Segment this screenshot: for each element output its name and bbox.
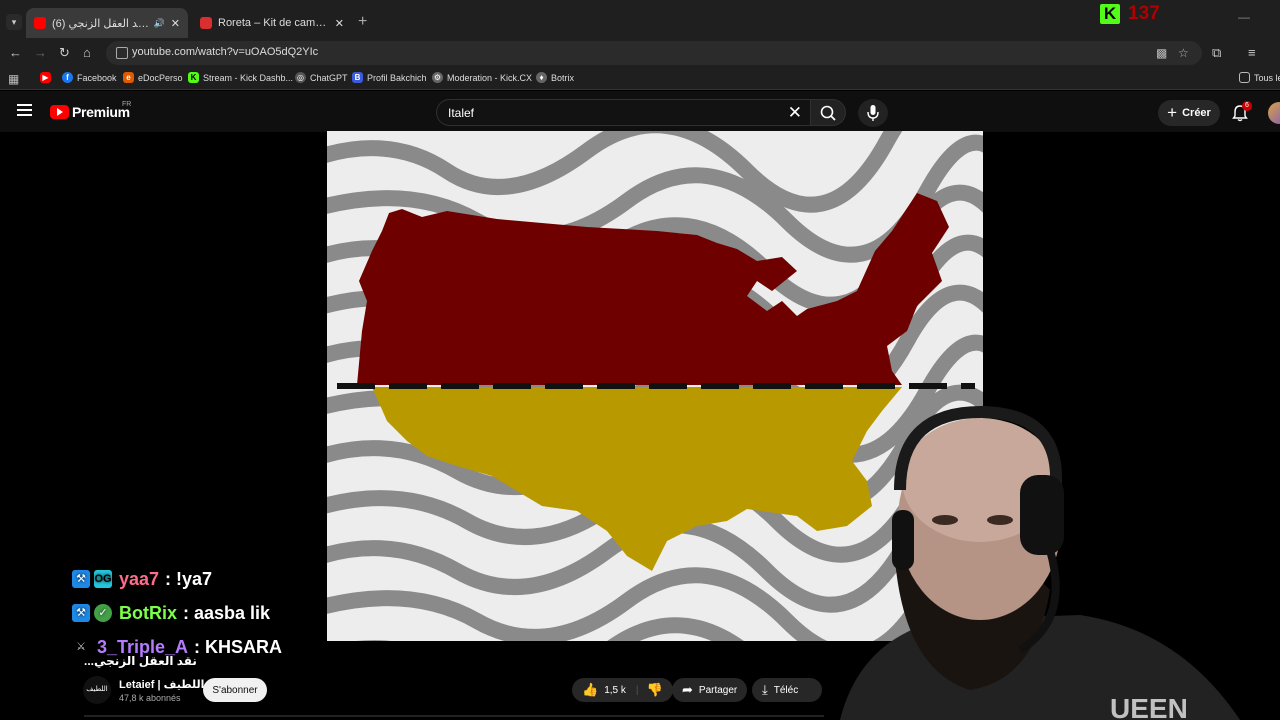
download-button[interactable]: ⤓ Téléc [752, 678, 822, 702]
youtube-favicon-icon [34, 17, 46, 29]
new-tab-icon[interactable]: + [358, 14, 367, 30]
kick-badge-icon: ⚒ [72, 570, 90, 588]
like-button[interactable]: 👍 1,5 k | 👎 [572, 678, 673, 702]
search-input[interactable]: Italef ✕ [436, 99, 810, 126]
all-bookmarks[interactable]: Tous le [1239, 72, 1280, 83]
home-icon[interactable]: ⌂ [83, 45, 91, 61]
site-info-icon[interactable] [116, 47, 128, 59]
tab-search-icon[interactable]: ▾ [6, 14, 22, 30]
bookmark-star-icon[interactable]: ☆ [1178, 46, 1189, 60]
close-tab-icon[interactable]: ✕ [335, 17, 344, 30]
search-icon [820, 105, 836, 121]
create-button[interactable]: + Créer [1158, 100, 1220, 126]
bookmarks-bar: ▦ ▶ f Facebook e eDocPerso K Stream - Ki… [0, 68, 1280, 90]
tab-roreta[interactable]: Roreta – Kit de caméra d'action ✕ [192, 8, 352, 38]
youtube-icon: ▶ [40, 72, 51, 83]
bookmark-moderation[interactable]: ⚙ Moderation - Kick.CX [432, 72, 532, 83]
reload-icon[interactable]: ↻ [59, 45, 70, 61]
botrix-icon: ♦ [536, 72, 547, 83]
region-code: FR [122, 101, 132, 108]
thumbs-down-icon[interactable]: 👎 [646, 682, 662, 698]
plus-icon: + [1167, 103, 1178, 122]
channel-avatar[interactable]: اللطيف [83, 676, 111, 704]
facebook-icon: f [62, 72, 73, 83]
youtube-logo-icon[interactable] [50, 105, 69, 119]
account-avatar[interactable] [1268, 102, 1280, 124]
clear-search-icon[interactable]: ✕ [788, 103, 802, 123]
folder-icon [1239, 72, 1250, 83]
bakchich-icon: B [352, 72, 363, 83]
download-icon: ⤓ [762, 682, 768, 697]
og-badge-icon: OG [94, 570, 112, 588]
back-icon[interactable]: ← [9, 45, 22, 61]
minimize-icon[interactable]: — [1238, 10, 1250, 24]
roreta-favicon-icon [200, 17, 212, 29]
kick-logo-icon: K [1100, 4, 1120, 24]
chat-text: : !ya7 [165, 568, 213, 589]
microphone-icon [867, 105, 879, 121]
bookmark-edocperso[interactable]: e eDocPerso [123, 72, 183, 83]
verified-badge-icon: ✓ [94, 604, 112, 622]
share-button[interactable]: ➦ Partager [672, 678, 748, 702]
search-button[interactable] [810, 99, 846, 126]
tab-title: نقد العقل الزنجي (6) - Tube [52, 17, 152, 30]
download-label: Téléc [773, 684, 799, 696]
bookmark-youtube[interactable]: ▶ [40, 72, 55, 83]
bookmark-botrix[interactable]: ♦ Botrix [536, 72, 574, 83]
kick-icon: K [188, 72, 199, 83]
chat-text: : aasba lik [183, 602, 271, 623]
bookmark-chatgpt[interactable]: ◎ ChatGPT [295, 72, 348, 83]
video-player[interactable] [327, 131, 983, 641]
chat-username: yaa7 [119, 568, 160, 589]
install-icon[interactable]: ▩ [1156, 46, 1167, 60]
notification-badge: 6 [1242, 101, 1252, 111]
address-bar[interactable]: youtube.com/watch?v=uOAO5dQ2YIc ▩ ☆ [106, 41, 1202, 65]
subscribe-button[interactable]: S'abonner [203, 678, 267, 702]
chat-username: BotRix [119, 602, 177, 623]
menu-icon[interactable] [17, 104, 32, 116]
thumbs-up-icon: 👍 [582, 682, 599, 697]
tab-title: Roreta – Kit de caméra d'action [218, 17, 329, 29]
viewer-count: 137 [1128, 3, 1160, 24]
share-icon: ➦ [682, 682, 693, 697]
share-label: Partager [698, 684, 738, 696]
apps-grid-icon[interactable]: ▦ [8, 72, 19, 86]
edocperso-icon: e [123, 72, 134, 83]
browser-toolbar: ← → ↻ ⌂ youtube.com/watch?v=uOAO5dQ2YIc … [0, 38, 1280, 68]
video-frame [327, 131, 983, 641]
chat-text: : KHSARA [194, 636, 283, 657]
subscriber-count: 47,8 k abonnés [119, 693, 181, 703]
like-count: 1,5 k [604, 684, 626, 696]
reading-list-icon[interactable]: ≡ [1248, 45, 1256, 61]
bookmark-bakchich[interactable]: B Profil Bakchich [352, 72, 427, 83]
youtube-header: Premium FR Italef ✕ + Créer 6 [0, 91, 1280, 132]
video-title: نقد العقل الزنجي... [84, 654, 197, 668]
divider [84, 715, 824, 717]
chat-message: ⚒ OG yaa7 : !ya7 [72, 562, 282, 596]
url-text[interactable]: youtube.com/watch?v=uOAO5dQ2YIc [132, 46, 318, 58]
chatgpt-icon: ◎ [295, 72, 306, 83]
svg-text:UEEN: UEEN [1110, 693, 1188, 720]
voice-search-button[interactable] [858, 99, 888, 127]
kick-badge-icon: ⚒ [72, 604, 90, 622]
channel-name[interactable]: Letaief | اللطيف [119, 678, 204, 691]
chat-message: ⚒ ✓ BotRix : aasba lik [72, 596, 282, 630]
close-tab-icon[interactable]: ✕ [171, 17, 180, 30]
forward-icon[interactable]: → [34, 45, 47, 61]
speaker-icon: 🔊 [153, 17, 165, 28]
bookmark-facebook[interactable]: f Facebook [62, 72, 117, 83]
stream-chat-overlay: ⚒ OG yaa7 : !ya7 ⚒ ✓ BotRix : aasba lik … [72, 562, 282, 664]
bookmark-kick-dashboard[interactable]: K Stream - Kick Dashb... [188, 72, 293, 83]
create-label: Créer [1182, 107, 1211, 119]
moderation-icon: ⚙ [432, 72, 443, 83]
search-value[interactable]: Italef [448, 106, 474, 120]
extensions-icon[interactable]: ⧉ [1212, 45, 1221, 61]
stream-counter-overlay: K 137 [1100, 3, 1160, 25]
tab-youtube[interactable]: نقد العقل الزنجي (6) - Tube 🔊 ✕ [26, 8, 188, 38]
